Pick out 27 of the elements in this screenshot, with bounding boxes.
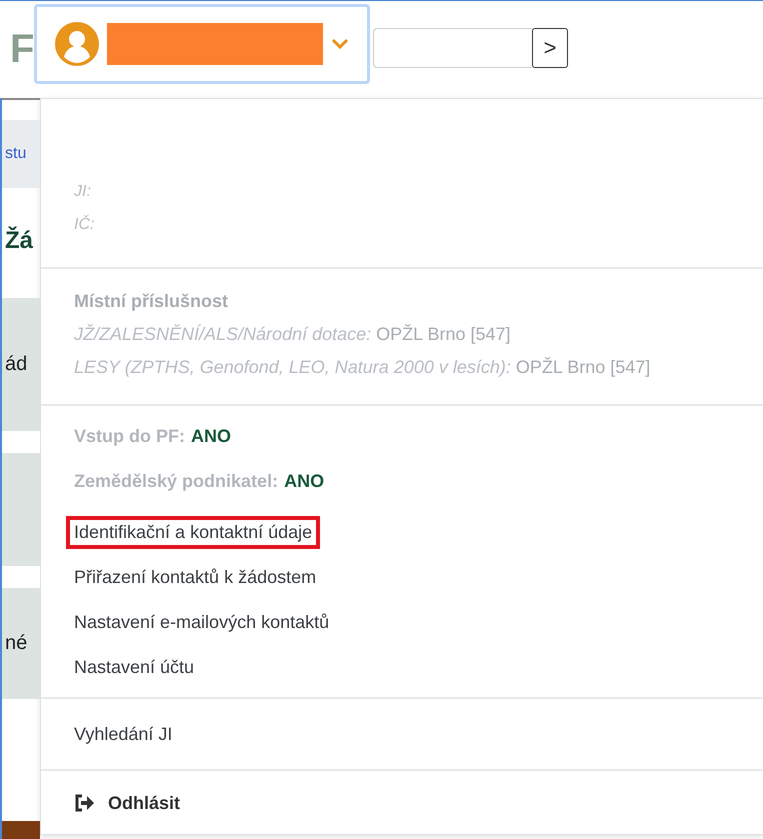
footer-bar — [2, 821, 40, 839]
jurisdiction-line: LESY (ZPTHS, Genofond, LEO, Natura 2000 v lesích): OPŽL Brno [547] — [74, 357, 652, 379]
page-heading: Žá — [5, 226, 34, 254]
avatar-icon — [55, 22, 99, 66]
menu-link[interactable]: Přiřazení kontaktů k žádostem — [66, 561, 324, 594]
flag-label: Zemědělský podnikatel: — [74, 471, 278, 491]
menu-link[interactable]: Identifikační a kontaktní údaje — [66, 516, 320, 549]
search-field[interactable] — [373, 28, 532, 68]
identity-label: IČ: — [74, 216, 96, 235]
breadcrumb-link[interactable]: stu — [5, 145, 26, 163]
flag-label: Vstup do PF: — [74, 426, 185, 446]
menu-link[interactable]: Nastavení e-mailových kontaktů — [66, 606, 338, 639]
flag-value: ANO — [284, 471, 324, 491]
logout-icon — [74, 794, 94, 812]
jurisdiction-line: JŽ/ZALESNĚNÍ/ALS/Národní dotace: OPŽL Brno [547] — [74, 324, 512, 346]
section-title: Místní příslušnost — [74, 291, 230, 313]
logo-text: F — [10, 27, 34, 72]
caret-icon — [331, 38, 349, 50]
menu-link[interactable]: Nastavení účtu — [66, 651, 202, 684]
table-cell: né — [5, 632, 28, 655]
search-button[interactable]: > — [532, 28, 568, 68]
search-link[interactable]: Vyhledání JI — [74, 724, 172, 744]
logout-link[interactable]: Odhlásit — [74, 792, 180, 814]
table-cell: ád — [5, 353, 28, 376]
flag-value: ANO — [191, 426, 231, 446]
identity-label: JI: — [74, 183, 92, 202]
user-menu-button[interactable] — [34, 4, 370, 84]
